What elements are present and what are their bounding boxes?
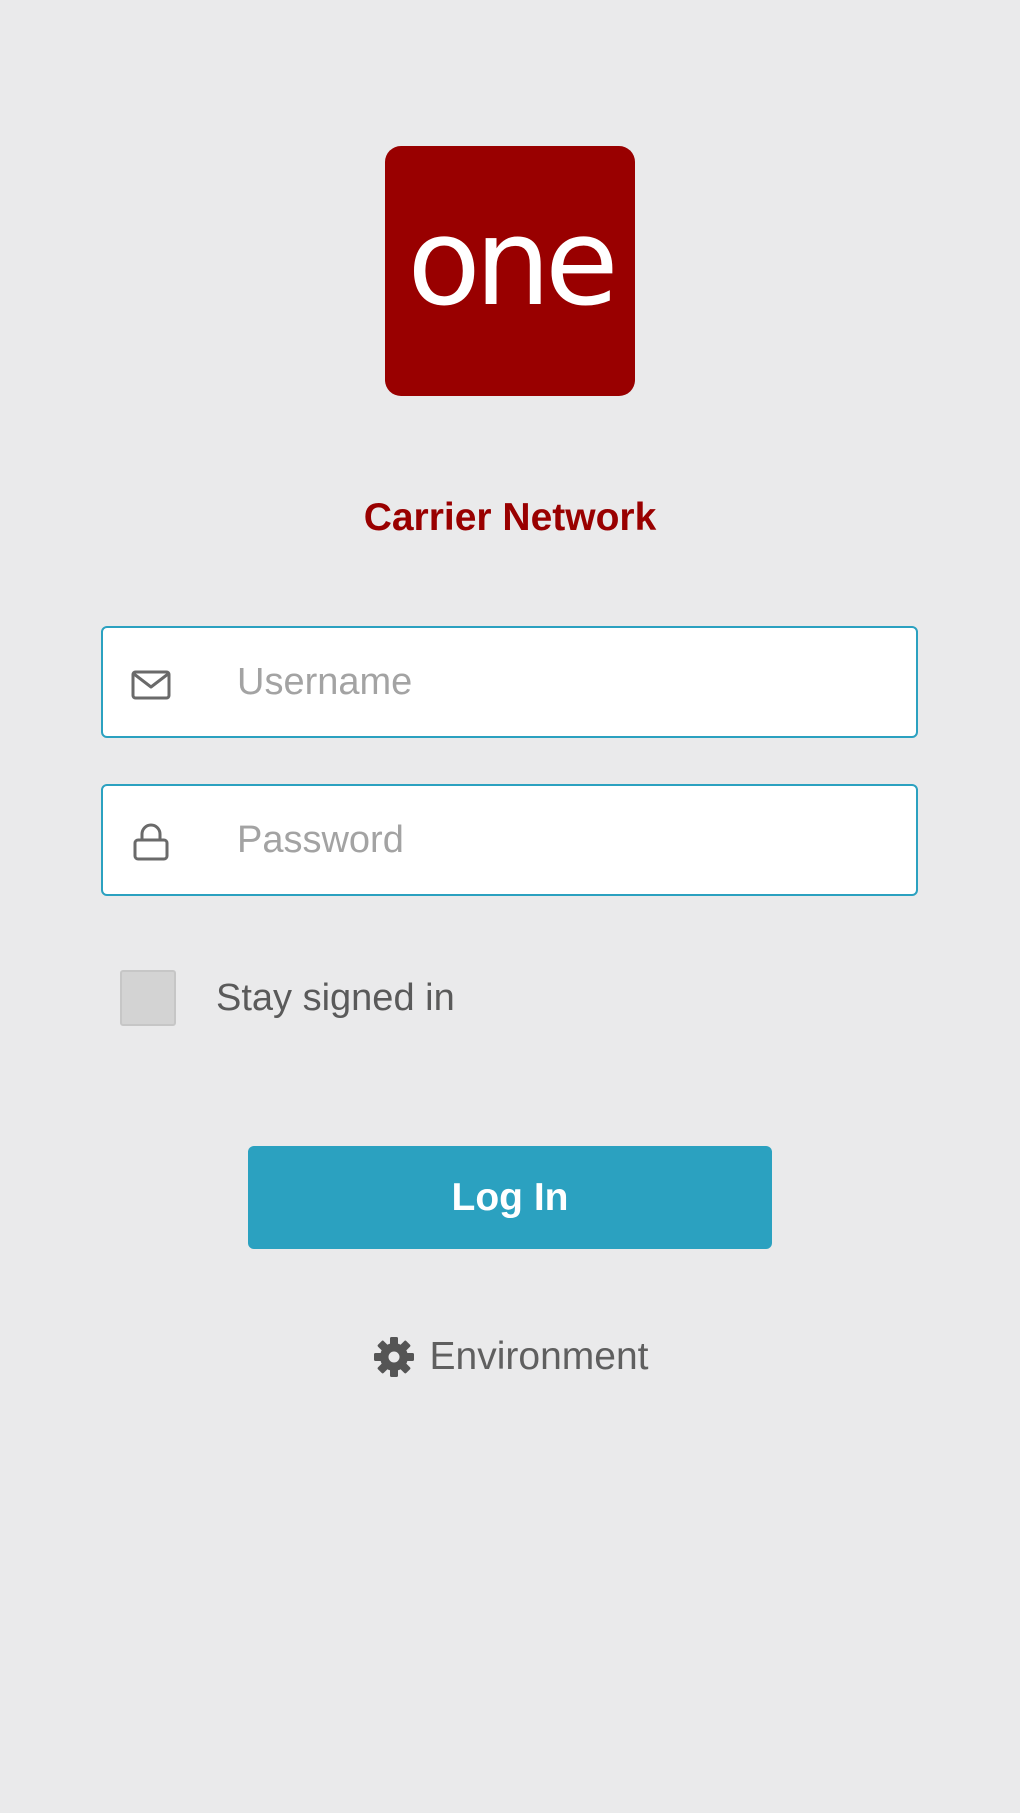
app-title: Carrier Network — [363, 496, 657, 539]
stay-signed-in-checkbox[interactable] — [120, 970, 176, 1026]
username-input[interactable] — [237, 628, 897, 736]
logo-text: one — [407, 194, 618, 333]
lock-icon — [133, 823, 169, 861]
stay-signed-in-row[interactable]: Stay signed in — [120, 968, 455, 1028]
environment-label[interactable]: Environment — [430, 1335, 649, 1379]
password-input[interactable] — [237, 786, 897, 894]
login-button[interactable]: Log In — [248, 1146, 772, 1249]
envelope-icon — [131, 670, 171, 700]
username-field[interactable] — [101, 626, 918, 738]
password-field[interactable] — [101, 784, 918, 896]
app-logo: one — [385, 146, 635, 396]
environment-link[interactable]: Environment — [0, 1330, 1020, 1384]
gear-icon[interactable] — [372, 1335, 416, 1379]
stay-signed-in-label[interactable]: Stay signed in — [216, 977, 455, 1020]
